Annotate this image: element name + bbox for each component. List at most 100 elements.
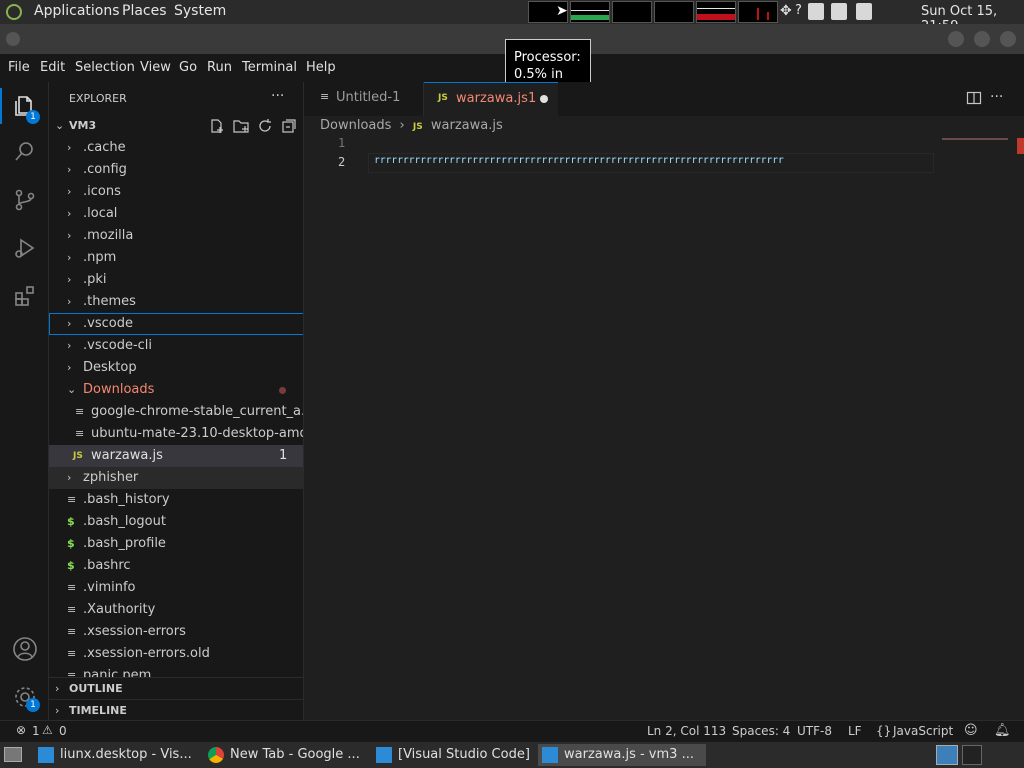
task-label: warzawa.js - vm3 ... bbox=[564, 747, 694, 762]
menu-selection[interactable]: Selection bbox=[75, 60, 135, 75]
tree-folder[interactable]: › .local bbox=[49, 203, 303, 225]
memory-monitor-graph[interactable] bbox=[570, 1, 610, 23]
warning-count[interactable]: 0 bbox=[59, 724, 67, 738]
task-warzawa-active[interactable]: warzawa.js - vm3 ... bbox=[538, 744, 706, 766]
workspace-switcher[interactable] bbox=[936, 745, 958, 765]
task-vscode[interactable]: [Visual Studio Code] bbox=[372, 744, 532, 766]
swap-monitor-graph[interactable] bbox=[654, 1, 694, 23]
tree-file[interactable]: $ .bashrc bbox=[49, 555, 303, 577]
indentation[interactable]: Spaces: 4 bbox=[732, 724, 790, 738]
tree-folder[interactable]: › .pki bbox=[49, 269, 303, 291]
language-mode[interactable]: JavaScript bbox=[893, 724, 953, 738]
tree-file[interactable]: $ .bash_logout bbox=[49, 511, 303, 533]
accounts-icon[interactable] bbox=[12, 636, 38, 662]
show-desktop-icon[interactable] bbox=[4, 747, 22, 762]
tree-item-label: .config bbox=[83, 162, 127, 177]
workspace-switcher-empty[interactable] bbox=[962, 745, 982, 765]
mate-logo-icon[interactable] bbox=[6, 4, 22, 20]
breadcrumb-folder[interactable]: Downloads bbox=[320, 118, 391, 133]
tree-file[interactable]: ≡ .xsession-errors bbox=[49, 621, 303, 643]
maximize-button[interactable] bbox=[974, 31, 990, 47]
tree-folder[interactable]: › .mozilla bbox=[49, 225, 303, 247]
applications-menu[interactable]: Applications bbox=[34, 3, 120, 19]
tree-file[interactable]: ≡ panic.pem bbox=[49, 665, 303, 677]
extensions-icon[interactable] bbox=[13, 284, 37, 308]
window-menu-icon[interactable] bbox=[6, 32, 20, 46]
bell-icon[interactable]: 🔔︎ bbox=[994, 723, 1011, 738]
editor-area[interactable] bbox=[304, 82, 1024, 720]
end-of-line[interactable]: LF bbox=[848, 724, 862, 738]
tree-file[interactable]: ≡ ubuntu-mate-23.10-desktop-amd... bbox=[49, 423, 303, 445]
error-icon[interactable]: ⊗ bbox=[16, 723, 26, 737]
run-debug-icon[interactable] bbox=[13, 236, 37, 260]
tree-item-label: .cache bbox=[83, 140, 126, 155]
menu-file[interactable]: File bbox=[8, 60, 30, 75]
network-monitor-graph[interactable] bbox=[612, 1, 652, 23]
tree-file[interactable]: ≡ .bash_history bbox=[49, 489, 303, 511]
trash-icon[interactable] bbox=[856, 3, 872, 20]
code-line[interactable]: rrrrrrrrrrrrrrrrrrrrrrrrrrrrrrrrrrrrrrrr… bbox=[374, 155, 784, 166]
minimap[interactable] bbox=[942, 136, 1010, 140]
breadcrumb-file[interactable]: warzawa.js bbox=[431, 118, 503, 133]
task-liunx-desktop[interactable]: liunx.desktop - Vis... bbox=[34, 744, 200, 766]
tree-folder[interactable]: › zphisher bbox=[49, 467, 303, 489]
load-monitor-graph[interactable] bbox=[696, 1, 736, 23]
tree-file[interactable]: $ .bash_profile bbox=[49, 533, 303, 555]
search-icon[interactable] bbox=[13, 140, 37, 164]
menu-terminal[interactable]: Terminal bbox=[242, 60, 297, 75]
tree-folder[interactable]: › .themes bbox=[49, 291, 303, 313]
menu-view[interactable]: View bbox=[140, 60, 171, 75]
tree-folder[interactable]: › Desktop bbox=[49, 357, 303, 379]
more-actions-button[interactable]: ··· bbox=[990, 89, 1003, 105]
tree-file[interactable]: ≡ .xsession-errors.old bbox=[49, 643, 303, 665]
warning-icon[interactable]: ⚠ bbox=[42, 723, 53, 737]
puzzle-applet-icon[interactable]: ✥ bbox=[780, 3, 792, 19]
trash-icon[interactable] bbox=[831, 3, 847, 20]
task-chrome[interactable]: New Tab - Google ... bbox=[204, 744, 370, 766]
tab-untitled-1[interactable]: ≡ Untitled-1 bbox=[304, 82, 424, 116]
tree-folder-focused[interactable]: › .vscode bbox=[49, 313, 303, 335]
feedback-icon[interactable]: ☺ bbox=[964, 723, 978, 738]
menu-edit[interactable]: Edit bbox=[40, 60, 65, 75]
tree-file[interactable]: ≡ .viminfo bbox=[49, 577, 303, 599]
tree-folder[interactable]: › .config bbox=[49, 159, 303, 181]
trash-icon[interactable] bbox=[808, 3, 824, 20]
tree-folder[interactable]: › .cache bbox=[49, 137, 303, 159]
tree-file[interactable]: ≡ .Xauthority bbox=[49, 599, 303, 621]
new-folder-icon[interactable] bbox=[233, 118, 249, 134]
minimize-button[interactable] bbox=[948, 31, 964, 47]
disk-monitor-graph[interactable] bbox=[738, 1, 778, 23]
places-menu[interactable]: Places bbox=[122, 3, 167, 19]
tree-folder[interactable]: › .vscode-cli bbox=[49, 335, 303, 357]
menu-go[interactable]: Go bbox=[179, 60, 197, 75]
tree-folder[interactable]: › .icons bbox=[49, 181, 303, 203]
close-button[interactable] bbox=[1000, 31, 1016, 47]
menu-run[interactable]: Run bbox=[207, 60, 232, 75]
explorer-button[interactable]: 1 bbox=[0, 88, 48, 124]
collapse-all-icon[interactable] bbox=[281, 118, 297, 134]
tree-item-label: Desktop bbox=[83, 360, 137, 375]
workspace-root[interactable]: ⌄ VM3 bbox=[49, 115, 303, 137]
tree-file[interactable]: ≡ google-chrome-stable_current_a... bbox=[49, 401, 303, 423]
tree-file-selected[interactable]: JS warzawa.js 1 bbox=[49, 445, 303, 467]
outline-section[interactable]: › OUTLINE bbox=[49, 677, 303, 699]
help-icon[interactable]: ? bbox=[795, 3, 802, 18]
more-actions-button[interactable]: ··· bbox=[271, 88, 284, 104]
menu-help[interactable]: Help bbox=[306, 60, 336, 75]
manage-button[interactable]: 1 bbox=[0, 680, 48, 716]
unsaved-dot-icon[interactable] bbox=[540, 95, 548, 103]
split-editor-icon[interactable] bbox=[966, 90, 982, 106]
tree-folder-open[interactable]: ⌄ Downloads bbox=[49, 379, 303, 401]
timeline-section[interactable]: › TIMELINE bbox=[49, 699, 303, 720]
outline-label: OUTLINE bbox=[69, 682, 123, 695]
refresh-icon[interactable] bbox=[257, 118, 273, 134]
new-file-icon[interactable] bbox=[209, 118, 225, 134]
tree-folder[interactable]: › .npm bbox=[49, 247, 303, 269]
system-menu[interactable]: System bbox=[174, 3, 226, 19]
encoding[interactable]: UTF-8 bbox=[797, 724, 832, 738]
error-count[interactable]: 1 bbox=[32, 724, 40, 738]
source-control-icon[interactable] bbox=[13, 188, 37, 212]
tab-warzawa-js[interactable]: JS warzawa.js 1 bbox=[424, 82, 558, 116]
cursor-position[interactable]: Ln 2, Col 113 bbox=[647, 724, 726, 738]
javascript-file-icon: JS bbox=[412, 122, 423, 132]
